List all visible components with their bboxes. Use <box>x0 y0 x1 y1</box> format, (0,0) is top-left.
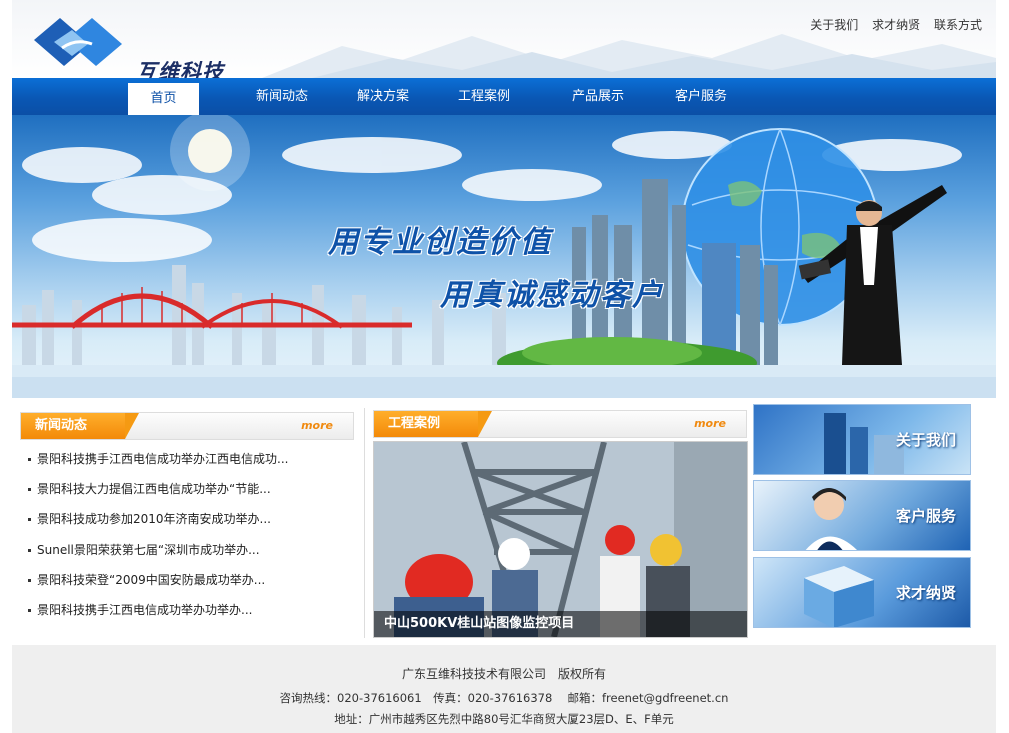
nav-item-solutions[interactable]: 解决方案 <box>345 78 421 115</box>
page: 互维科技 关于我们 求才纳贤 联系方式 首页 新闻动态 解决方案 工程案例 产品… <box>12 0 996 733</box>
side-button-about-label: 关于我们 <box>895 431 956 449</box>
nav-item-service[interactable]: 客户服务 <box>661 78 741 115</box>
news-item-text: 景阳科技大力提倡江西电信成功举办“节能... <box>37 482 271 497</box>
cases-tab-tail <box>478 411 492 437</box>
footer-copyright: 广东互维科技技术有限公司 版权所有 <box>401 667 606 681</box>
bullet-icon <box>28 548 31 552</box>
main-nav: 首页 新闻动态 解决方案 工程案例 产品展示 客户服务 <box>12 78 996 115</box>
bullet-icon <box>28 578 31 582</box>
side-button-service[interactable]: 客户服务 <box>753 480 971 551</box>
column-divider <box>364 408 365 638</box>
news-item[interactable]: 景阳科技携手江西电信成功举办功举办... <box>28 595 348 625</box>
side-button-about[interactable]: 关于我们 <box>753 404 971 475</box>
banner-slogan-1: 用专业创造价值 <box>328 225 552 260</box>
cases-more-link[interactable]: more <box>694 417 726 430</box>
logo[interactable]: 互维科技 <box>32 12 232 78</box>
hero-banner: 用专业创造价值 用真诚感动客户 <box>12 115 996 398</box>
side-button-jobs[interactable]: 求才纳贤 <box>753 557 971 628</box>
top-links: 关于我们 求才纳贤 联系方式 <box>800 16 982 33</box>
nav-item-news[interactable]: 新闻动态 <box>244 78 320 115</box>
bullet-icon <box>28 518 31 522</box>
banner-slogan-2: 用真诚感动客户 <box>440 278 664 313</box>
side-button-jobs-label: 求才纳贤 <box>895 584 956 602</box>
news-item-text: Sunell景阳荣获第七届“深圳市成功举办... <box>37 542 260 557</box>
header: 互维科技 关于我们 求才纳贤 联系方式 <box>12 0 996 78</box>
case-caption: 中山500KV桂山站图像监控项目 <box>374 611 747 637</box>
news-item[interactable]: 景阳科技荣登“2009中国安防最成功举办... <box>28 565 348 595</box>
bullet-icon <box>28 458 31 461</box>
top-link-contact[interactable]: 联系方式 <box>934 18 982 32</box>
footer: 广东互维科技技术有限公司 版权所有 咨询热线：020-37616061 传真：0… <box>12 645 996 733</box>
news-item[interactable]: 景阳科技携手江西电信成功举办江西电信成功... <box>28 444 348 474</box>
news-item-text: 景阳科技成功参加2010年济南安成功举办... <box>37 512 271 527</box>
news-more-link[interactable]: more <box>301 419 333 432</box>
news-title: 新闻动态 <box>21 413 125 439</box>
cases-title: 工程案例 <box>374 411 478 437</box>
news-item-text: 景阳科技携手江西电信成功举办江西电信成功... <box>37 452 289 466</box>
logo-text: 互维科技 <box>136 60 224 78</box>
news-item[interactable]: Sunell景阳荣获第七届“深圳市成功举办... <box>28 535 348 565</box>
news-header: 新闻动态 more <box>20 412 354 440</box>
nav-item-products[interactable]: 产品展示 <box>560 78 636 115</box>
news-item-text: 景阳科技携手江西电信成功举办功举办... <box>37 602 253 617</box>
cases-header: 工程案例 more <box>373 410 747 438</box>
news-tab-tail <box>125 413 139 439</box>
case-photo-illustration <box>374 442 747 637</box>
news-list: 景阳科技携手江西电信成功举办江西电信成功... 景阳科技大力提倡江西电信成功举办… <box>28 444 348 625</box>
bullet-icon <box>28 488 31 492</box>
nav-item-cases[interactable]: 工程案例 <box>446 78 522 115</box>
nav-item-home[interactable]: 首页 <box>128 83 199 115</box>
news-item[interactable]: 景阳科技成功参加2010年济南安成功举办... <box>28 504 348 534</box>
logo-icon <box>34 18 122 66</box>
bullet-icon <box>28 608 31 612</box>
case-photo[interactable]: 中山500KV桂山站图像监控项目 <box>373 441 748 638</box>
news-item[interactable]: 景阳科技大力提倡江西电信成功举办“节能... <box>28 474 348 504</box>
top-link-jobs[interactable]: 求才纳贤 <box>872 18 920 32</box>
footer-address: 地址：广州市越秀区先烈中路80号汇华商贸大厦23层D、E、F单元 <box>334 712 674 726</box>
side-button-service-label: 客户服务 <box>895 507 956 525</box>
footer-contact: 咨询热线：020-37616061 传真：020-37616378 邮箱：fre… <box>279 691 729 705</box>
news-item-text: 景阳科技荣登“2009中国安防最成功举办... <box>37 572 266 587</box>
top-link-about[interactable]: 关于我们 <box>810 18 858 32</box>
